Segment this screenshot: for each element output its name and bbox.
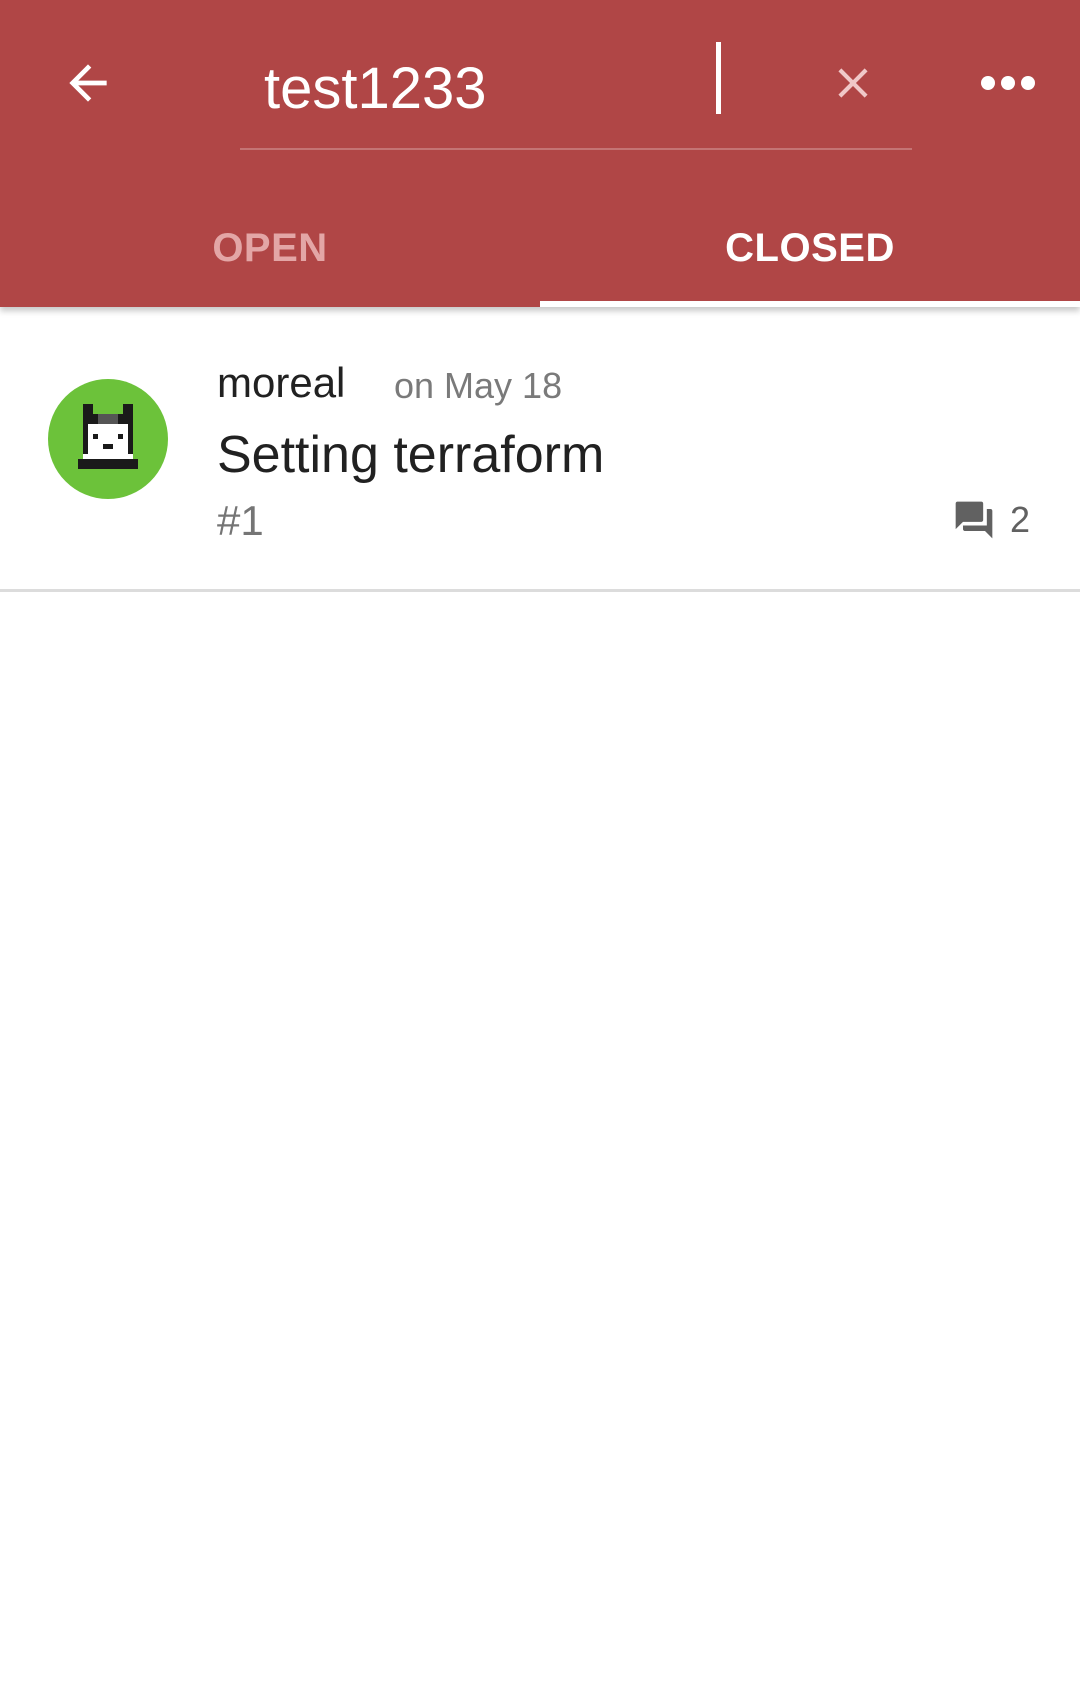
list-item[interactable]: moreal on May 18 Setting terraform #1 2 xyxy=(0,307,1080,592)
issue-title: Setting terraform xyxy=(217,426,605,484)
back-button[interactable] xyxy=(40,35,136,131)
tab-open[interactable]: OPEN xyxy=(0,190,540,307)
text-cursor xyxy=(716,42,721,114)
app-screen: OPEN CLOSED xyxy=(0,0,1080,1699)
issue-date: on May 18 xyxy=(394,365,563,406)
forum-icon xyxy=(955,501,993,539)
comment-count-indicator: 2 xyxy=(952,495,1030,545)
search-input[interactable] xyxy=(264,48,804,128)
pixel-avatar-icon xyxy=(78,404,138,469)
issue-author[interactable]: moreal xyxy=(217,359,345,407)
issue-state-tabs: OPEN CLOSED xyxy=(0,190,1080,307)
more-horizontal-icon xyxy=(981,76,1035,90)
comment-count: 2 xyxy=(1010,499,1031,540)
avatar[interactable] xyxy=(48,379,168,499)
arrow-back-icon xyxy=(69,64,107,102)
tab-closed[interactable]: CLOSED xyxy=(540,190,1080,307)
close-icon xyxy=(838,68,868,98)
tab-closed-label: CLOSED xyxy=(725,226,895,270)
tab-open-label: OPEN xyxy=(212,226,328,270)
more-options-button[interactable] xyxy=(960,35,1056,131)
search-toolbar: OPEN CLOSED xyxy=(0,0,1080,307)
clear-search-button[interactable] xyxy=(805,35,901,131)
issue-number: #1 xyxy=(217,497,264,544)
